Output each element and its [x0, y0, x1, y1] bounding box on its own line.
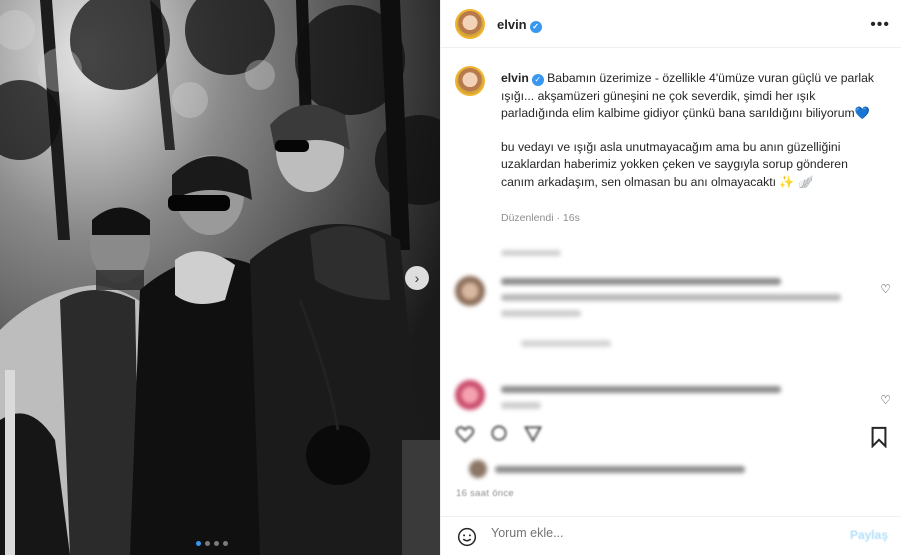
comment-input[interactable]	[491, 526, 831, 540]
caption-username[interactable]: elvin	[501, 71, 529, 85]
caption-text-1: Babamın üzerimize - özellikle 4'ümüze vu…	[501, 71, 874, 120]
post-header: elvin ✓ •••	[441, 0, 901, 48]
carousel-dot	[196, 541, 201, 546]
comment-like-icon[interactable]: ♡	[880, 282, 891, 296]
sparkles-emoji: ✨ 🪽	[779, 174, 814, 189]
caption-age: 16s	[562, 212, 580, 224]
post-sidebar: elvin ✓ ••• elvin ✓ Babamın üzerimize - öz…	[440, 0, 901, 555]
bookmark-icon[interactable]	[868, 426, 890, 448]
comments-blurred	[441, 240, 901, 430]
next-photo-button[interactable]: ›	[405, 266, 429, 290]
carousel-dot	[223, 541, 228, 546]
edited-label: Düzenlendi	[501, 212, 554, 224]
carousel-dots	[196, 541, 228, 546]
verified-badge-icon: ✓	[531, 74, 544, 86]
action-bar	[441, 424, 901, 452]
blue-heart-emoji: 💙	[854, 106, 870, 120]
share-icon[interactable]	[523, 424, 543, 444]
more-options-icon[interactable]: •••	[870, 16, 890, 34]
carousel-dot	[205, 541, 210, 546]
verified-badge-icon: ✓	[529, 21, 542, 33]
comment-like-icon[interactable]: ♡	[880, 393, 891, 407]
heart-icon[interactable]	[455, 424, 475, 444]
post-photo[interactable]: ›	[0, 0, 440, 555]
likes-blurred	[441, 458, 901, 488]
emoji-icon[interactable]	[457, 527, 477, 547]
comment-icon[interactable]	[489, 424, 509, 444]
post-comment-button[interactable]: Paylaş	[850, 528, 888, 542]
caption-avatar[interactable]	[455, 66, 485, 96]
caption-meta: Düzenlendi · 16s	[501, 212, 580, 224]
caption: elvin ✓ Babamın üzerimize - özellikle 4'ü…	[501, 70, 881, 207]
carousel-dot	[214, 541, 219, 546]
post-time: 16 saat önce	[456, 488, 515, 499]
avatar[interactable]	[455, 9, 485, 39]
username-text[interactable]: elvin	[497, 17, 527, 32]
header-username[interactable]: elvin ✓	[497, 17, 542, 33]
comment-box: Paylaş	[441, 516, 901, 555]
chevron-right-icon: ›	[414, 270, 420, 286]
photo-image	[0, 0, 440, 555]
